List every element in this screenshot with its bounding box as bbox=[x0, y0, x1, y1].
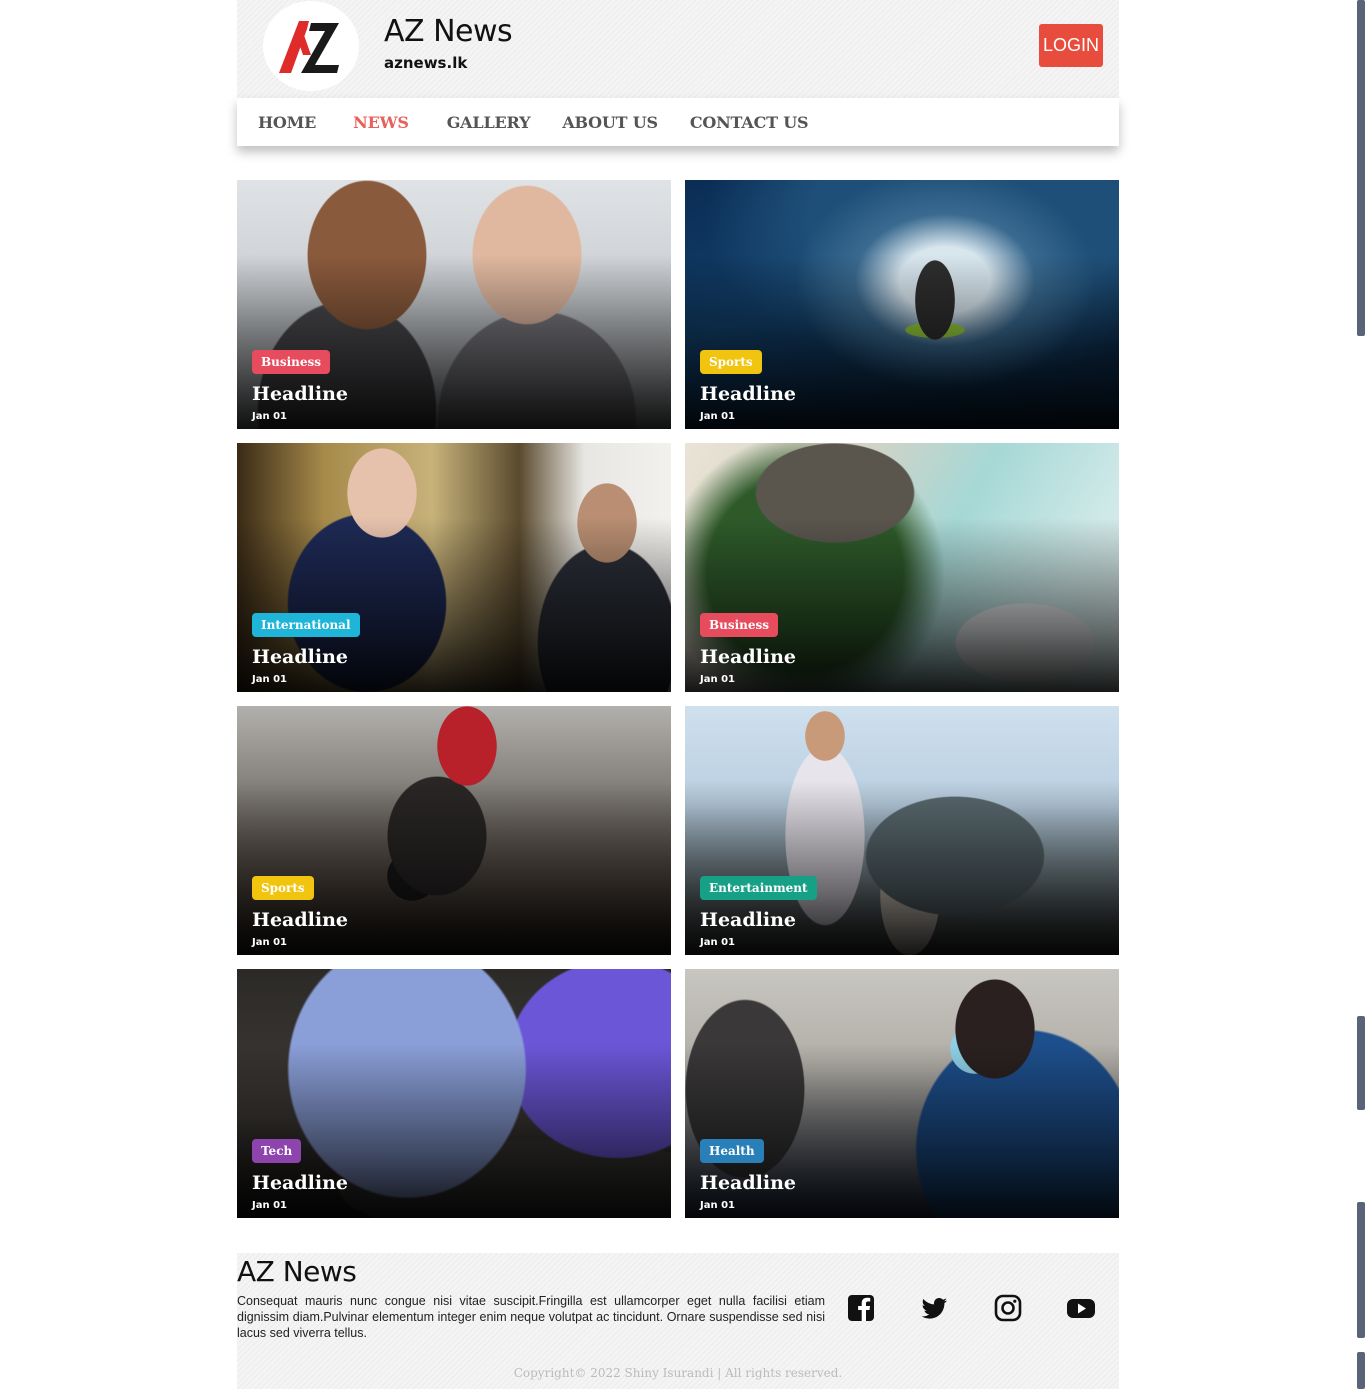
card-headline[interactable]: Headline bbox=[252, 646, 348, 668]
brand-domain: aznews.lk bbox=[384, 54, 468, 72]
nav-item-news[interactable]: NEWS bbox=[353, 113, 409, 132]
category-badge[interactable]: Sports bbox=[700, 350, 762, 374]
scrollbar-thumb[interactable] bbox=[1357, 0, 1365, 336]
news-card[interactable]: Health Headline Jan 01 bbox=[685, 969, 1119, 1218]
category-badge[interactable]: Tech bbox=[252, 1139, 302, 1163]
news-card[interactable]: International Headline Jan 01 bbox=[237, 443, 671, 692]
card-headline[interactable]: Headline bbox=[700, 909, 796, 931]
nav-item-contact-us[interactable]: CONTACT US bbox=[690, 113, 809, 132]
twitter-icon[interactable] bbox=[919, 1293, 949, 1323]
copyright-text: Copyright© 2022 Shiny Isurandi | All rig… bbox=[513, 1366, 843, 1380]
card-date: Jan 01 bbox=[700, 411, 735, 422]
card-date: Jan 01 bbox=[252, 1200, 287, 1211]
category-badge[interactable]: Entertainment bbox=[700, 876, 817, 900]
logo[interactable] bbox=[263, 1, 359, 91]
news-card[interactable]: Sports Headline Jan 01 bbox=[237, 706, 671, 955]
card-headline[interactable]: Headline bbox=[700, 1172, 796, 1194]
news-card[interactable]: Sports Headline Jan 01 bbox=[685, 180, 1119, 429]
category-badge[interactable]: Business bbox=[252, 350, 331, 374]
card-headline[interactable]: Headline bbox=[700, 383, 796, 405]
card-headline[interactable]: Headline bbox=[252, 383, 348, 405]
page-scrollbar[interactable] bbox=[1357, 0, 1365, 1389]
card-headline[interactable]: Headline bbox=[252, 1172, 348, 1194]
card-date: Jan 01 bbox=[700, 1200, 735, 1211]
login-button[interactable]: LOGIN bbox=[1039, 24, 1103, 67]
card-headline[interactable]: Headline bbox=[252, 909, 348, 931]
category-badge[interactable]: International bbox=[252, 613, 360, 637]
category-badge[interactable]: Health bbox=[700, 1139, 764, 1163]
brand-title: AZ News bbox=[384, 14, 513, 49]
scrollbar-segment bbox=[1357, 1202, 1365, 1338]
news-card[interactable]: Entertainment Headline Jan 01 bbox=[685, 706, 1119, 955]
site-header: AZ News aznews.lk LOGIN bbox=[237, 0, 1119, 98]
nav-item-about-us[interactable]: ABOUT US bbox=[562, 113, 658, 132]
category-badge[interactable]: Sports bbox=[252, 876, 314, 900]
card-date: Jan 01 bbox=[252, 411, 287, 422]
youtube-icon[interactable] bbox=[1066, 1293, 1096, 1323]
main-nav: HOME NEWS GALLERY ABOUT US CONTACT US bbox=[237, 98, 1119, 146]
news-card[interactable]: Business Headline Jan 01 bbox=[237, 180, 671, 429]
footer-title: AZ News bbox=[237, 1255, 357, 1288]
news-grid: Business Headline Jan 01 Sports Headline… bbox=[237, 180, 1119, 1218]
az-logo-icon bbox=[279, 21, 339, 73]
footer-description: Consequat mauris nunc congue nisi vitae … bbox=[237, 1294, 825, 1340]
card-headline[interactable]: Headline bbox=[700, 646, 796, 668]
news-card[interactable]: Tech Headline Jan 01 bbox=[237, 969, 671, 1218]
category-badge[interactable]: Business bbox=[700, 613, 779, 637]
nav-item-home[interactable]: HOME bbox=[258, 113, 316, 132]
news-card[interactable]: Business Headline Jan 01 bbox=[685, 443, 1119, 692]
scrollbar-segment bbox=[1357, 1352, 1365, 1389]
scrollbar-segment bbox=[1357, 1016, 1365, 1110]
card-date: Jan 01 bbox=[700, 674, 735, 685]
card-date: Jan 01 bbox=[252, 937, 287, 948]
card-date: Jan 01 bbox=[700, 937, 735, 948]
facebook-icon[interactable] bbox=[846, 1293, 876, 1323]
instagram-icon[interactable] bbox=[993, 1293, 1023, 1323]
card-date: Jan 01 bbox=[252, 674, 287, 685]
site-footer: AZ News Consequat mauris nunc congue nis… bbox=[237, 1253, 1119, 1389]
nav-item-gallery[interactable]: GALLERY bbox=[447, 113, 531, 132]
